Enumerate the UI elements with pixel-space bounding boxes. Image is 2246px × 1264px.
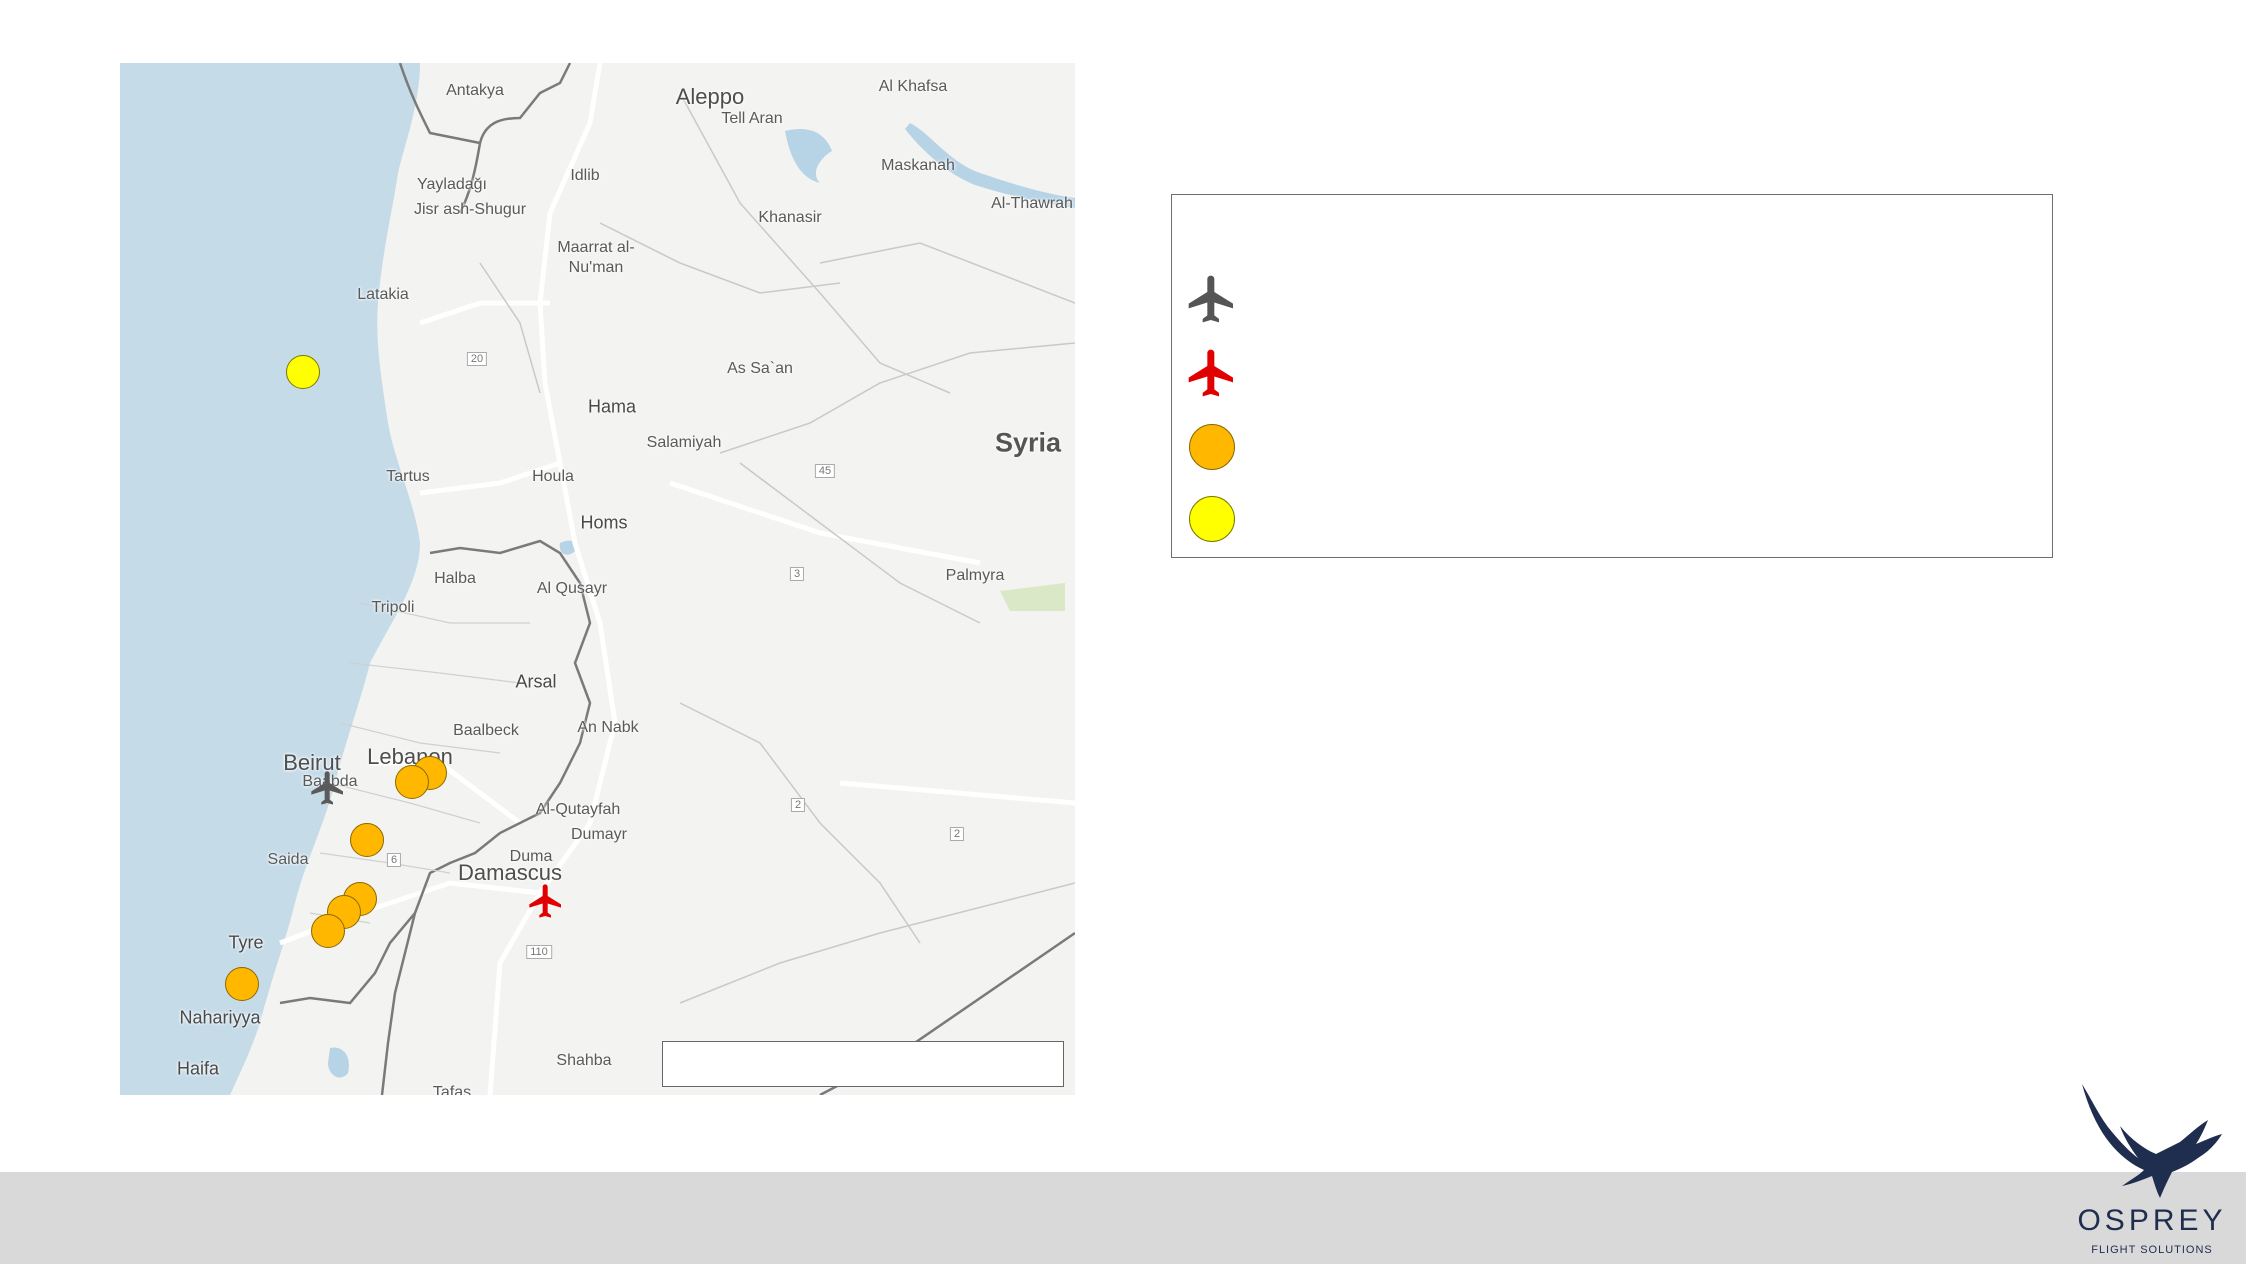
label-khanasir: Khanasir: [758, 209, 822, 226]
label-dumayr: Dumayr: [570, 826, 628, 843]
legend-row-red-airport: [1182, 343, 2022, 403]
label-latakia: Latakia: [357, 286, 409, 303]
osprey-bird-icon: [2082, 1084, 2222, 1198]
label-yayladagi: Yayladağı: [417, 176, 487, 193]
label-tripoli: Tripoli: [371, 599, 415, 616]
label-halba: Halba: [434, 570, 476, 587]
label-maskanah: Maskanah: [881, 157, 955, 174]
label-antakya: Antakya: [446, 82, 504, 99]
orange-marker[interactable]: [350, 823, 384, 857]
airplane-icon: [529, 884, 561, 918]
label-baalbeck: Baalbeck: [453, 722, 519, 739]
road-shield-2a: 2: [790, 798, 806, 812]
label-salamiyah: Salamiyah: [646, 434, 722, 451]
label-hama: Hama: [587, 396, 637, 417]
label-nahariyya: Nahariyya: [179, 1007, 261, 1028]
brand-name: OSPREY: [2077, 1204, 2227, 1237]
label-tartus: Tartus: [386, 468, 430, 485]
road-shield-2b: 2: [949, 827, 965, 841]
label-al-qutayfah: Al-Qutayfah: [535, 801, 621, 818]
road-shield-6: 6: [386, 853, 402, 867]
airplane-icon: [311, 771, 343, 805]
label-jisr-ash-shugur: Jisr ash-Shugur: [413, 201, 527, 218]
label-syria: Syria: [994, 427, 1062, 458]
orange-marker[interactable]: [311, 914, 345, 948]
road-shield-20: 20: [466, 352, 488, 366]
airplane-icon: [1182, 269, 1242, 329]
orange-marker[interactable]: [395, 765, 429, 799]
label-al-thawrah: Al-Thawrah: [991, 195, 1073, 212]
label-aleppo: Aleppo: [675, 84, 745, 109]
label-shahba: Shahba: [556, 1052, 612, 1069]
airplane-icon: [1182, 343, 1242, 403]
label-houla: Houla: [532, 468, 574, 485]
brand-logo: OSPREY FLIGHT SOLUTIONS: [2072, 1080, 2232, 1260]
road-shield-110: 110: [526, 945, 552, 959]
label-tell-aran: Tell Aran: [721, 110, 783, 127]
road-shield-3: 3: [789, 567, 805, 581]
label-as-saan: As Sa`an: [727, 360, 793, 377]
label-palmyra: Palmyra: [945, 567, 1005, 584]
mediterranean-sea: [120, 63, 420, 1095]
jabboul-lake: [785, 129, 832, 183]
orange-circle-icon: [1182, 417, 1242, 477]
label-al-qusayr: Al Qusayr: [536, 580, 608, 597]
legend-row-orange-circle: [1182, 417, 2022, 477]
label-maarrat-1: Maarrat al-: [557, 239, 635, 256]
label-tyre: Tyre: [228, 932, 264, 953]
label-arsal: Arsal: [515, 671, 557, 692]
orange-marker[interactable]: [225, 967, 259, 1001]
label-saida: Saida: [267, 851, 309, 868]
map-panel[interactable]: Antakya Aleppo Tell Aran Al Khafsa Maska…: [120, 63, 1075, 1095]
legend-row-grey-airport: [1182, 269, 2022, 329]
legend-row-yellow-circle: [1182, 489, 2022, 549]
road-shield-45: 45: [814, 464, 836, 478]
tiberias-lake: [328, 1047, 349, 1078]
map-caption-box: [662, 1041, 1064, 1087]
yellow-circle-icon: [1182, 489, 1242, 549]
map-legend: [1171, 194, 2053, 558]
label-haifa: Haifa: [176, 1058, 220, 1079]
yellow-marker[interactable]: [286, 355, 320, 389]
footer-bar: [0, 1172, 2246, 1264]
label-an-nabk: An Nabk: [577, 719, 639, 736]
palmyra-oasis: [1000, 583, 1065, 611]
label-tafas: Tafas: [432, 1084, 472, 1095]
label-idlib: Idlib: [570, 167, 600, 184]
brand-tagline: FLIGHT SOLUTIONS: [2091, 1244, 2213, 1256]
label-maarrat-2: Nu'man: [568, 259, 624, 276]
label-al-khafsa: Al Khafsa: [878, 78, 948, 95]
label-homs: Homs: [580, 512, 628, 533]
